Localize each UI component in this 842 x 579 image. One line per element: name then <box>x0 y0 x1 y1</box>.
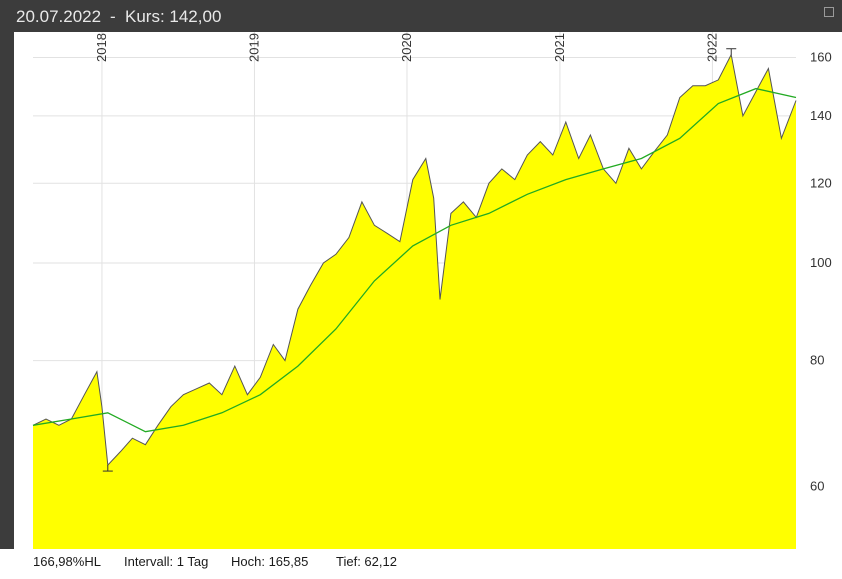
hl-percent: 166,98%HL <box>33 554 101 569</box>
expand-icon[interactable] <box>824 7 834 17</box>
plot-area: 60 80 100 120 140 160 2018 2019 2020 2021 2022 <box>14 32 842 549</box>
interval-info: Intervall: 1 Tag <box>124 554 209 569</box>
y-tick-label: 120 <box>810 175 832 190</box>
y-tick-label: 60 <box>810 478 824 493</box>
high-value: Hoch: 165,85 <box>231 554 309 569</box>
x-tick-label: 2019 <box>246 33 261 62</box>
chart-footer: 166,98%HL Intervall: 1 Tag Hoch: 165,85 … <box>0 549 842 579</box>
price-chart: 60 80 100 120 140 160 2018 2019 2020 2021 2022 <box>32 32 832 549</box>
price-area <box>33 54 796 549</box>
header-separator: - <box>110 7 116 26</box>
y-tick-label: 140 <box>810 108 832 123</box>
x-tick-label: 2020 <box>399 33 414 62</box>
chart-header: 20.07.2022 - Kurs: 142,00 <box>0 0 842 32</box>
x-tick-label: 2021 <box>552 33 567 62</box>
y-tick-label: 80 <box>810 353 824 368</box>
x-tick-label: 2018 <box>94 33 109 62</box>
y-tick-label: 160 <box>810 49 832 64</box>
quote-date: 20.07.2022 <box>16 7 102 26</box>
y-tick-label: 100 <box>810 255 832 270</box>
low-value: Tief: 62,12 <box>336 554 397 569</box>
x-tick-label: 2022 <box>704 33 719 62</box>
quote-price: Kurs: 142,00 <box>125 7 222 26</box>
